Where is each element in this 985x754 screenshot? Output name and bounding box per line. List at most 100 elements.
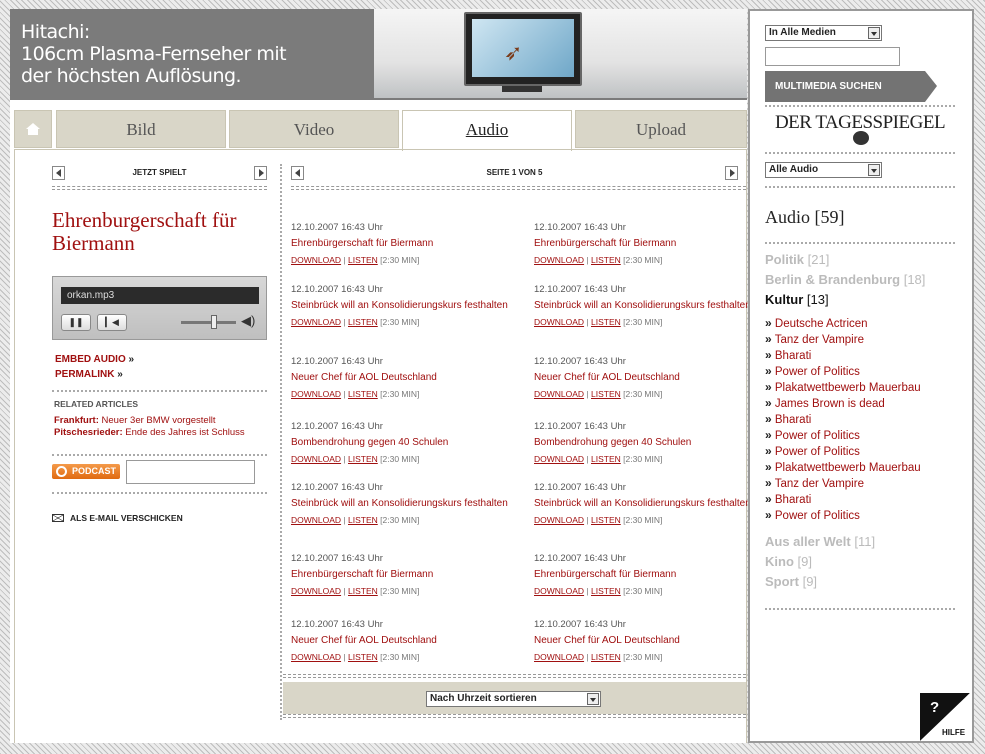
listen-link[interactable]: LISTEN	[591, 652, 621, 662]
listen-link[interactable]: LISTEN	[591, 389, 621, 399]
item-title[interactable]: Ehrenbürgerschaft für Biermann	[291, 237, 511, 250]
tab-video[interactable]: Video	[229, 110, 399, 148]
next-page-icon[interactable]	[725, 166, 738, 180]
download-link[interactable]: DOWNLOAD	[534, 652, 584, 662]
search-input[interactable]	[765, 47, 900, 66]
banner-line-2: 106cm Plasma-Fernseher mit	[21, 43, 287, 65]
bullet-icon: »	[765, 444, 772, 458]
now-playing-label: JETZT SPIELT	[132, 168, 187, 177]
sublist-item[interactable]: » Bharati	[765, 412, 965, 428]
listen-link[interactable]: LISTEN	[591, 255, 621, 265]
podcast-url-input[interactable]	[126, 460, 255, 484]
listen-link[interactable]: LISTEN	[348, 389, 378, 399]
listen-link[interactable]: LISTEN	[348, 515, 378, 525]
next-icon[interactable]	[254, 166, 267, 180]
download-link[interactable]: DOWNLOAD	[291, 515, 341, 525]
home-tab[interactable]	[14, 110, 52, 148]
podcast-button[interactable]: PODCAST	[52, 464, 120, 479]
audio-select[interactable]: Alle Audio	[765, 162, 882, 178]
listen-link[interactable]: LISTEN	[591, 454, 621, 464]
embed-audio-link[interactable]: EMBED AUDIO	[55, 354, 126, 365]
listen-link[interactable]: LISTEN	[348, 586, 378, 596]
listen-link[interactable]: LISTEN	[591, 586, 621, 596]
download-link[interactable]: DOWNLOAD	[534, 317, 584, 327]
tab-audio[interactable]: Audio	[402, 110, 572, 151]
download-link[interactable]: DOWNLOAD	[291, 389, 341, 399]
download-link[interactable]: DOWNLOAD	[534, 389, 584, 399]
category-sport[interactable]: Sport [9]	[765, 572, 965, 592]
item-title[interactable]: Bombendrohung gegen 40 Schulen	[534, 436, 754, 449]
banner-text: Hitachi: 106cm Plasma-Fernseher mit der …	[21, 21, 287, 87]
category-aus-aller-welt[interactable]: Aus aller Welt [11]	[765, 532, 965, 552]
tab-upload[interactable]: Upload	[575, 110, 747, 148]
download-link[interactable]: DOWNLOAD	[291, 255, 341, 265]
audio-player: orkan.mp3 ❚❚ ▎◀ ◀)	[52, 276, 267, 340]
listen-link[interactable]: LISTEN	[348, 255, 378, 265]
download-link[interactable]: DOWNLOAD	[534, 255, 584, 265]
tab-bild[interactable]: Bild	[56, 110, 226, 148]
item-title[interactable]: Steinbrück will an Konsolidierungskurs f…	[534, 497, 754, 510]
sublist-item[interactable]: » Bharati	[765, 492, 965, 508]
sublist-item[interactable]: » Plakatwettbewerb Mauerbau	[765, 380, 965, 396]
page-indicator: SEITE 1 VON 5	[486, 168, 543, 177]
item-title[interactable]: Neuer Chef für AOL Deutschland	[291, 634, 511, 647]
item-title[interactable]: Neuer Chef für AOL Deutschland	[291, 371, 511, 384]
help-button[interactable]: ? HILFE	[920, 693, 970, 741]
pause-button[interactable]: ❚❚	[61, 314, 91, 331]
download-link[interactable]: DOWNLOAD	[291, 586, 341, 596]
download-link[interactable]: DOWNLOAD	[534, 454, 584, 464]
media-select[interactable]: In Alle Medien	[765, 25, 882, 41]
item-date: 12.10.2007 16:43 Uhr	[291, 553, 383, 564]
volume-slider[interactable]	[181, 321, 236, 324]
sort-select[interactable]: Nach Uhrzeit sortieren	[426, 691, 601, 707]
sublist-item[interactable]: » Power of Politics	[765, 428, 965, 444]
volume-knob[interactable]	[211, 315, 217, 329]
listen-link[interactable]: LISTEN	[348, 454, 378, 464]
sublist-item[interactable]: » Tanz der Vampire	[765, 476, 965, 492]
category-kultur[interactable]: Kultur [13]	[765, 290, 965, 310]
item-title[interactable]: Neuer Chef für AOL Deutschland	[534, 634, 754, 647]
related-item[interactable]: Pitschesrieder: Ende des Jahres ist Schl…	[54, 427, 269, 439]
sublist-item[interactable]: » Power of Politics	[765, 364, 965, 380]
item-title[interactable]: Bombendrohung gegen 40 Schulen	[291, 436, 511, 449]
rewind-button[interactable]: ▎◀	[97, 314, 127, 331]
download-link[interactable]: DOWNLOAD	[291, 454, 341, 464]
listen-link[interactable]: LISTEN	[591, 515, 621, 525]
item-duration: [2:30 MIN]	[623, 652, 663, 662]
multimedia-search-button[interactable]: MULTIMEDIA SUCHEN	[765, 71, 937, 102]
sublist-item[interactable]: » James Brown is dead	[765, 396, 965, 412]
download-link[interactable]: DOWNLOAD	[534, 586, 584, 596]
sublist-item[interactable]: » Deutsche Actricen	[765, 316, 965, 332]
podcast-label: PODCAST	[72, 466, 117, 476]
sublist-item[interactable]: » Tanz der Vampire	[765, 332, 965, 348]
item-title[interactable]: Steinbrück will an Konsolidierungskurs f…	[291, 497, 511, 510]
item-title[interactable]: Ehrenbürgerschaft für Biermann	[291, 568, 511, 581]
permalink-link[interactable]: PERMALINK	[55, 369, 114, 380]
item-title[interactable]: Ehrenbürgerschaft für Biermann	[534, 568, 754, 581]
sublist-item[interactable]: » Power of Politics	[765, 444, 965, 460]
listen-link[interactable]: LISTEN	[348, 317, 378, 327]
download-link[interactable]: DOWNLOAD	[291, 652, 341, 662]
listen-link[interactable]: LISTEN	[348, 652, 378, 662]
sublist-item[interactable]: » Plakatwettbewerb Mauerbau	[765, 460, 965, 476]
download-link[interactable]: DOWNLOAD	[291, 317, 341, 327]
download-link[interactable]: DOWNLOAD	[534, 515, 584, 525]
item-title[interactable]: Neuer Chef für AOL Deutschland	[534, 371, 754, 384]
related-item[interactable]: Frankfurt: Neuer 3er BMW vorgestellt	[54, 415, 269, 427]
ad-banner[interactable]: Hitachi: 106cm Plasma-Fernseher mit der …	[10, 9, 747, 100]
listen-link[interactable]: LISTEN	[591, 317, 621, 327]
sublist-item[interactable]: » Bharati	[765, 348, 965, 364]
media-tabs: Bild Video Audio Upload	[14, 110, 747, 151]
tv-image: ➶	[464, 12, 582, 86]
category-berlin[interactable]: Berlin & Brandenburg [18]	[765, 270, 965, 290]
item-title[interactable]: Steinbrück will an Konsolidierungskurs f…	[534, 299, 754, 312]
sublist-item[interactable]: » Power of Politics	[765, 508, 965, 524]
bullet-icon: »	[765, 380, 772, 394]
category-kino[interactable]: Kino [9]	[765, 552, 965, 572]
category-politik[interactable]: Politik [21]	[765, 250, 965, 270]
email-link[interactable]: ALS E-MAIL VERSCHICKEN	[52, 512, 183, 524]
item-title[interactable]: Ehrenbürgerschaft für Biermann	[534, 237, 754, 250]
list-item: 12.10.2007 16:43 Uhr Steinbrück will an K…	[291, 481, 511, 527]
item-duration: [2:30 MIN]	[380, 652, 420, 662]
item-title[interactable]: Steinbrück will an Konsolidierungskurs f…	[291, 299, 511, 312]
